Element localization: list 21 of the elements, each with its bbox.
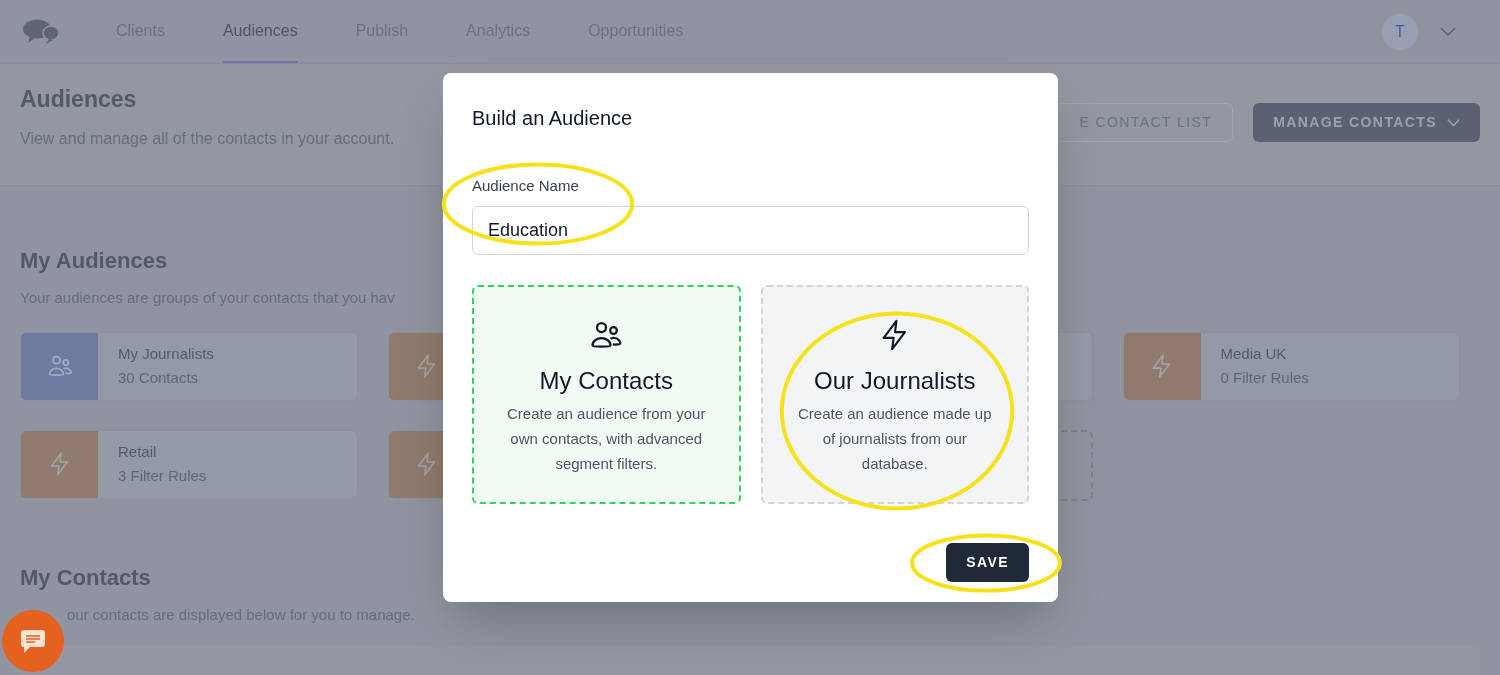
option-title: My Contacts bbox=[539, 365, 673, 396]
audience-type-option[interactable]: My Contacts Create an audience from your own contacts, with advanced segment filters. bbox=[472, 284, 741, 504]
chat-bubbles-icon[interactable] bbox=[22, 18, 60, 45]
page-title: Audiences bbox=[20, 85, 138, 115]
option-description: Create an audience made up of journalists from our database. bbox=[797, 403, 993, 474]
option-title: Our Journalists bbox=[814, 365, 976, 396]
chat-icon bbox=[20, 628, 46, 654]
audience-name: My Journalists bbox=[118, 343, 214, 364]
save-button[interactable]: SAVE bbox=[946, 542, 1029, 582]
chevron-down-icon bbox=[1447, 118, 1460, 127]
chevron-down-icon[interactable] bbox=[1440, 26, 1456, 37]
field-label: Audience Name bbox=[472, 176, 580, 196]
option-description: Create an audience from your own contacts, with advanced segment filters. bbox=[506, 403, 707, 474]
section-title: My Audiences bbox=[20, 247, 168, 275]
audience-name: Retail bbox=[118, 441, 158, 462]
manage-contacts-button[interactable]: MANAGE CONTACTS bbox=[1253, 103, 1480, 142]
user-avatar[interactable]: T bbox=[1382, 13, 1418, 50]
section-title: My Contacts bbox=[20, 563, 151, 592]
dialog-title: Build an Audience bbox=[472, 106, 634, 131]
audience-name-field[interactable]: Education bbox=[472, 205, 1029, 255]
audience-name: Media UK bbox=[1220, 343, 1288, 364]
